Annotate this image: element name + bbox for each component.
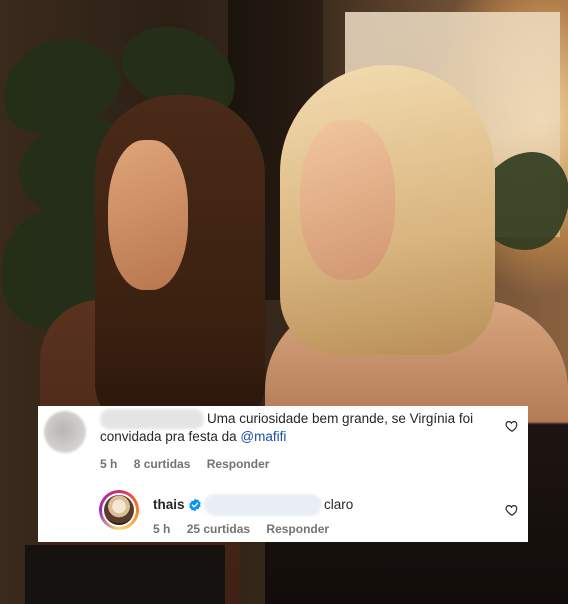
reply-username[interactable]: thais [153, 497, 185, 512]
person-right-face [300, 120, 395, 280]
comment-text: Uma curiosidade bem grande, se Virgínia … [100, 410, 510, 446]
reply-button[interactable]: Responder [207, 457, 270, 471]
reply-time: 5 h [153, 522, 171, 536]
reply-meta: 5 h 25 curtidas Responder [153, 522, 342, 536]
commenter-avatar-blurred[interactable] [44, 411, 86, 453]
verified-badge-icon [189, 498, 201, 512]
comment-body: Uma curiosidade bem grande, se Virgínia … [100, 411, 474, 444]
comment-meta: 5 h 8 curtidas Responder [100, 457, 282, 471]
reply-mention-blurred [204, 494, 322, 516]
reply-text: claro [324, 497, 354, 512]
heart-icon[interactable] [505, 503, 519, 517]
heart-icon[interactable] [505, 419, 519, 433]
comment-time: 5 h [100, 457, 118, 471]
avatar-photo [104, 495, 134, 525]
comment-likes[interactable]: 8 curtidas [134, 457, 191, 471]
mention-link[interactable]: @mafifi [240, 429, 286, 444]
reply-reply-button[interactable]: Responder [266, 522, 329, 536]
reply-likes[interactable]: 25 curtidas [187, 522, 250, 536]
person-left-pants [25, 545, 225, 604]
comment-card: Uma curiosidade bem grande, se Virgínia … [38, 406, 528, 542]
reply-avatar[interactable] [99, 490, 139, 530]
person-left-face [108, 140, 188, 290]
